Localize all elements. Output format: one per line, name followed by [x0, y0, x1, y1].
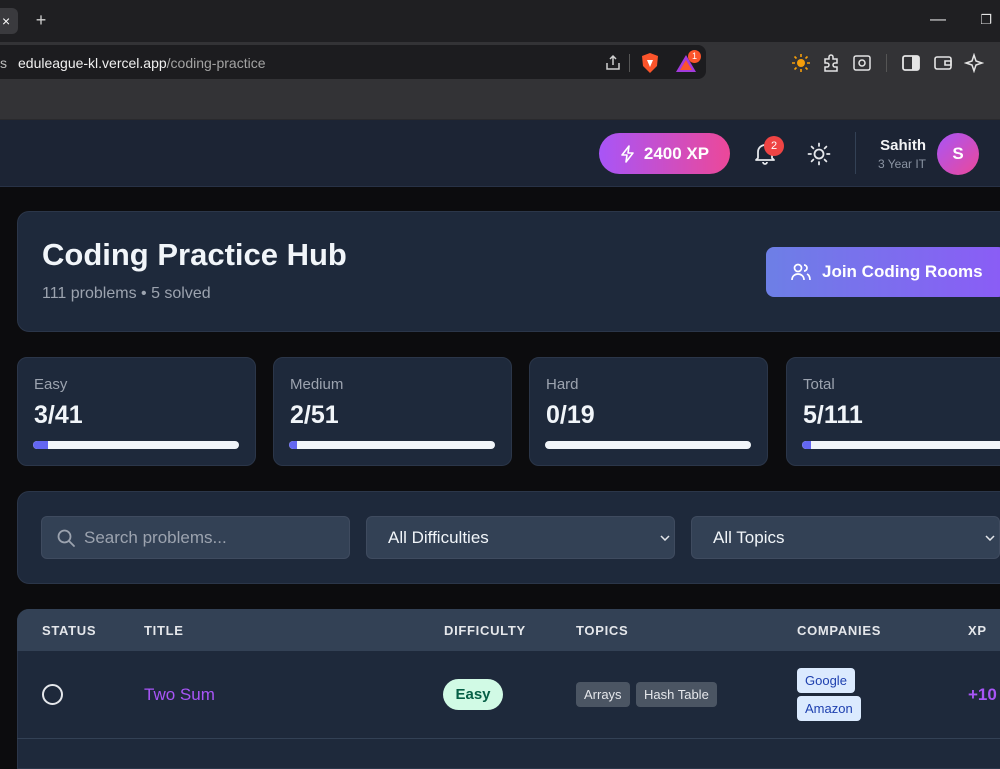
url-text[interactable]: eduleague-kl.vercel.app/coding-practice [18, 55, 265, 71]
xp-badge[interactable]: 2400 XP [599, 133, 730, 174]
wallet-icon[interactable] [932, 52, 954, 74]
company-tag: Google [797, 668, 855, 693]
progress-bar [545, 441, 751, 449]
brave-shield-icon[interactable] [639, 51, 661, 75]
stat-value: 3/41 [34, 401, 83, 429]
topics-select-value: All Topics [713, 528, 785, 547]
screenshot-icon[interactable] [851, 52, 873, 74]
avatar[interactable]: S [937, 133, 979, 175]
problem-title-link[interactable]: Two Sum [144, 685, 215, 705]
restore-button[interactable]: ❐ [978, 10, 994, 30]
toolbar-divider [629, 54, 630, 72]
column-header-difficulty[interactable]: DIFFICULTY [444, 623, 526, 638]
progress-fill [802, 441, 812, 449]
chevron-down-icon [658, 517, 672, 558]
row-divider [17, 738, 1000, 739]
extensions-puzzle-icon[interactable] [820, 52, 842, 74]
search-box [41, 516, 350, 559]
page-title: Coding Practice Hub [42, 237, 347, 272]
stat-label: Medium [290, 376, 344, 393]
url-host: eduleague-kl.vercel.app [18, 55, 167, 71]
leo-ai-icon[interactable] [963, 52, 985, 74]
chevron-down-icon [983, 517, 997, 558]
lightning-icon [621, 144, 634, 163]
difficulty-select-value: All Difficulties [388, 528, 489, 547]
stat-label: Total [803, 376, 835, 393]
url-prefix: s [0, 55, 7, 71]
stat-label: Hard [546, 376, 579, 393]
xp-reward: +10 [968, 685, 997, 704]
share-icon[interactable] [602, 52, 624, 74]
header-divider [855, 132, 856, 174]
topic-tag: Hash Table [636, 682, 717, 707]
url-path: /coding-practice [166, 55, 266, 71]
join-button-label: Join Coding Rooms [822, 262, 983, 281]
minimize-button[interactable]: — [930, 10, 946, 30]
stat-value: 2/51 [290, 401, 339, 429]
rewards-badge: 1 [688, 50, 701, 63]
difficulty-select[interactable]: All Difficulties [366, 516, 675, 559]
stat-value: 5/111 [803, 401, 863, 429]
progress-fill [289, 441, 298, 449]
user-name: Sahith [880, 137, 926, 154]
progress-bar [289, 441, 495, 449]
difficulty-badge: Easy [443, 679, 503, 710]
column-header-status[interactable]: STATUS [42, 623, 96, 638]
stat-value: 0/19 [546, 401, 595, 429]
column-header-companies[interactable]: COMPANIES [797, 623, 881, 638]
user-year: 3 Year IT [877, 157, 926, 171]
column-header-xp[interactable]: XP [968, 623, 987, 638]
users-icon [791, 263, 811, 281]
browser-tab-bar [0, 0, 1000, 42]
progress-bar [33, 441, 239, 449]
xp-value: 2400 XP [643, 143, 710, 163]
column-header-title[interactable]: TITLE [144, 623, 184, 638]
page-subtitle: 111 problems • 5 solved [42, 285, 211, 302]
progress-fill [33, 441, 49, 449]
new-tab-button[interactable]: + [32, 8, 50, 34]
company-tag: Amazon [797, 696, 861, 721]
theme-toggle-icon[interactable] [806, 141, 832, 167]
topic-tag: Arrays [576, 682, 630, 707]
join-coding-rooms-button[interactable]: Join Coding Rooms [766, 247, 1000, 297]
topics-select[interactable]: All Topics [691, 516, 1000, 559]
progress-bar [802, 441, 1000, 449]
sidebar-toggle-icon[interactable] [900, 52, 922, 74]
search-input[interactable] [84, 517, 344, 558]
stat-label: Easy [34, 376, 68, 393]
bookmarks-bar [0, 82, 1000, 120]
search-icon [57, 529, 75, 547]
column-header-topics[interactable]: TOPICS [576, 623, 628, 638]
close-tab-icon[interactable]: × [0, 8, 18, 34]
toolbar-divider [886, 54, 887, 72]
notification-badge: 2 [764, 136, 784, 156]
unsolved-status-icon[interactable] [42, 684, 63, 705]
sun-extension-icon[interactable] [790, 52, 812, 74]
app-header [0, 120, 1000, 187]
